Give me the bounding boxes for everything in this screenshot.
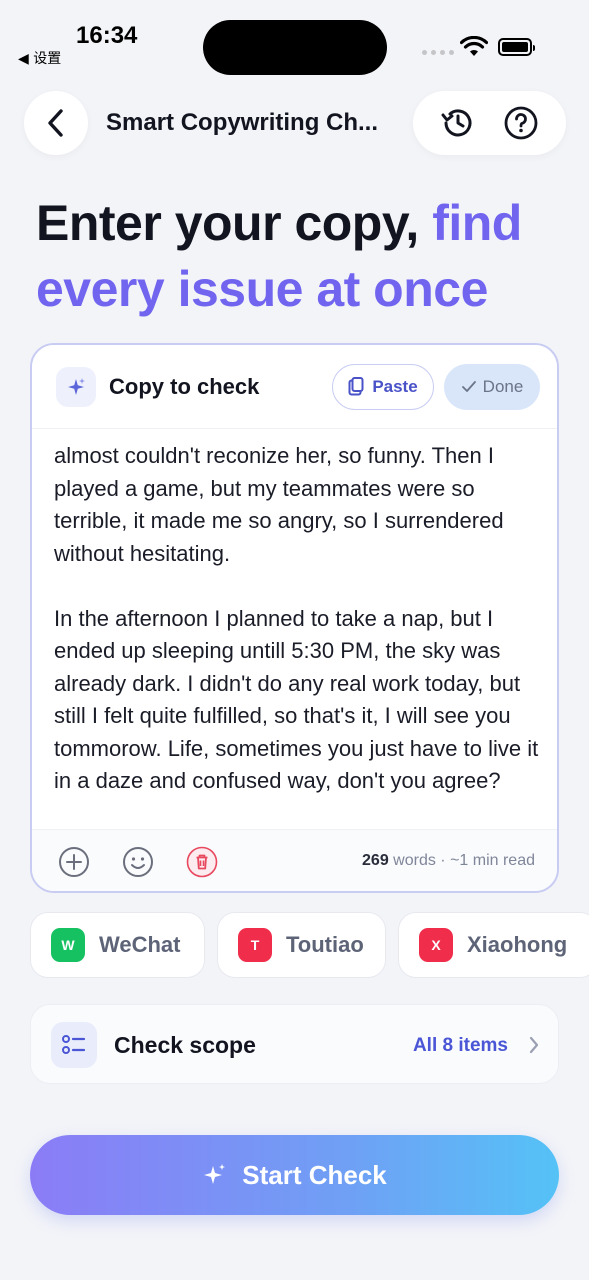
check-scope-row[interactable]: Check scope All 8 items (30, 1004, 559, 1084)
word-count-number: 269 (362, 852, 389, 869)
cellular-signal-icon (422, 50, 454, 55)
copy-textarea[interactable]: almost couldn't reconize her, so funny. … (54, 411, 544, 829)
platform-chip-toutiao[interactable]: T Toutiao (217, 912, 386, 978)
copy-paragraph-2: In the afternoon I planned to take a nap… (54, 605, 539, 794)
clear-button[interactable] (186, 846, 218, 878)
back-button[interactable] (24, 91, 88, 155)
back-to-app-link[interactable]: ◀ 设置 (18, 48, 61, 68)
plus-circle-icon (59, 847, 89, 877)
copy-input-card: almost couldn't reconize her, so funny. … (30, 343, 559, 893)
history-icon (441, 109, 472, 137)
paste-button[interactable]: Paste (332, 364, 434, 410)
headline-dark: Enter your copy, (36, 195, 433, 251)
paste-label: Paste (372, 377, 418, 396)
xiaohongshu-badge-icon: X (419, 928, 453, 962)
dynamic-island (203, 20, 387, 75)
platform-chip-xiaohongshu[interactable]: X Xiaohong (398, 912, 589, 978)
done-button[interactable]: Done (444, 364, 540, 410)
check-scope-label: Check scope (114, 1032, 256, 1058)
toutiao-badge-icon: T (238, 928, 272, 962)
checklist-icon (51, 1022, 97, 1068)
add-button[interactable] (58, 846, 90, 878)
platform-name: Xiaohong (467, 932, 568, 957)
page-title: Smart Copywriting Ch... (106, 109, 379, 136)
start-check-button[interactable]: Start Check (30, 1135, 559, 1215)
smiley-icon (123, 847, 153, 877)
wifi-icon (459, 35, 489, 63)
clipboard-icon (348, 377, 364, 396)
emoji-button[interactable] (122, 846, 154, 878)
copy-card-header: Copy to check Paste Done (32, 345, 557, 429)
checkmark-icon (461, 381, 476, 392)
headline-accent-1: find (432, 195, 522, 251)
chevron-right-icon (528, 1035, 540, 1060)
copy-card-footer: 269 words · ~1 min read (32, 829, 557, 891)
status-time: 16:34 (76, 22, 138, 49)
done-label: Done (482, 377, 524, 396)
headline-accent-2: every issue at once (36, 261, 488, 317)
help-icon (504, 106, 538, 140)
chevron-left-icon (48, 109, 63, 137)
wechat-badge-icon: W (51, 928, 85, 962)
sparkle-icon (204, 1164, 226, 1184)
platform-name: WeChat (99, 932, 181, 957)
headline: Enter your copy, find every issue at onc… (36, 190, 566, 322)
copy-card-title: Copy to check (109, 374, 260, 399)
platform-chip-wechat[interactable]: W WeChat (30, 912, 205, 978)
sparkle-icon (56, 367, 96, 407)
word-count-suffix: words · ~1 min read (388, 852, 535, 869)
help-button[interactable] (501, 103, 541, 143)
trash-icon (186, 846, 218, 878)
copy-text-content: almost couldn't reconize her, so funny. … (54, 411, 544, 829)
status-bar: 16:34 ◀ 设置 (0, 0, 589, 80)
history-button[interactable] (438, 103, 478, 143)
platform-selector: W WeChat T Toutiao X Xiaohong (30, 912, 589, 980)
start-check-label: Start Check (242, 1159, 387, 1190)
check-scope-value: All 8 items (412, 1035, 508, 1056)
nav-actions-group (413, 91, 566, 155)
copy-paragraph-1: almost couldn't reconize her, so funny. … (54, 443, 504, 566)
word-count: 269 words · ~1 min read (362, 852, 535, 870)
platform-name: Toutiao (286, 932, 364, 957)
battery-icon (498, 38, 535, 56)
